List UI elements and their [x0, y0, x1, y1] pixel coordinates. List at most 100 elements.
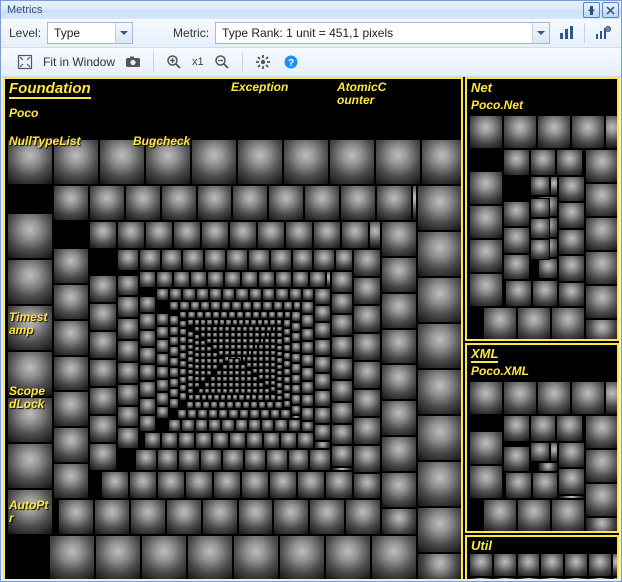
- treemap-cell[interactable]: [157, 449, 179, 471]
- treemap-cell[interactable]: [585, 183, 617, 217]
- treemap-cell[interactable]: [291, 363, 301, 373]
- treemap-viewport[interactable]: FoundationExceptionAtomicCounterPocoNull…: [3, 77, 619, 579]
- treemap-cell[interactable]: [212, 432, 229, 449]
- treemap-cell[interactable]: [7, 443, 53, 489]
- treemap-cell[interactable]: [194, 382, 200, 388]
- treemap-cell[interactable]: [210, 301, 220, 311]
- treemap-cell[interactable]: [204, 382, 210, 388]
- treemap-cell[interactable]: [309, 271, 326, 288]
- treemap-cell[interactable]: [233, 535, 279, 579]
- treemap-cell[interactable]: [240, 382, 246, 388]
- treemap-cell[interactable]: [210, 382, 216, 388]
- treemap-cell[interactable]: [261, 419, 274, 432]
- treemap-cell[interactable]: [191, 139, 237, 185]
- treemap-cell[interactable]: [585, 517, 617, 531]
- treemap-cell[interactable]: [228, 370, 234, 376]
- treemap-cell[interactable]: [285, 221, 313, 249]
- treemap-cell[interactable]: [503, 254, 530, 281]
- treemap-cell[interactable]: [202, 499, 238, 535]
- treemap-cell[interactable]: [117, 340, 139, 362]
- treemap-cell[interactable]: [291, 374, 301, 384]
- treemap-cell[interactable]: [309, 499, 345, 535]
- bar-chart-icon[interactable]: [556, 23, 576, 43]
- treemap-cell[interactable]: [234, 401, 242, 409]
- treemap-cell[interactable]: [196, 311, 204, 319]
- treemap-cell[interactable]: [469, 205, 503, 239]
- treemap-cell[interactable]: [493, 577, 517, 579]
- treemap-cell[interactable]: [226, 394, 232, 400]
- treemap-cell[interactable]: [242, 401, 250, 409]
- treemap-cell[interactable]: [169, 346, 179, 356]
- fit-window-icon[interactable]: [15, 52, 35, 72]
- treemap-cell[interactable]: [101, 471, 129, 499]
- treemap-cell[interactable]: [262, 301, 272, 311]
- treemap-cell[interactable]: [135, 449, 157, 471]
- treemap-cell[interactable]: [173, 221, 201, 249]
- treemap-cell[interactable]: [503, 381, 537, 415]
- treemap-cell[interactable]: [279, 535, 325, 579]
- treemap-cell[interactable]: [293, 301, 301, 311]
- treemap-cell[interactable]: [353, 417, 381, 445]
- treemap-cell[interactable]: [291, 415, 301, 419]
- treemap-cell[interactable]: [588, 577, 612, 579]
- treemap-cell[interactable]: [483, 307, 517, 339]
- treemap-cell[interactable]: [353, 473, 381, 499]
- treemap-cell[interactable]: [353, 333, 381, 361]
- treemap-cell[interactable]: [283, 301, 293, 311]
- treemap-cell[interactable]: [169, 315, 179, 325]
- treemap-cell[interactable]: [228, 358, 234, 364]
- treemap-cell[interactable]: [58, 499, 94, 535]
- treemap-cell[interactable]: [585, 149, 617, 183]
- treemap-cell[interactable]: [179, 328, 187, 336]
- treemap-cell[interactable]: [273, 301, 283, 311]
- treemap-cell[interactable]: [53, 248, 89, 284]
- treemap-cell[interactable]: [208, 409, 218, 419]
- treemap-cell[interactable]: [179, 352, 187, 360]
- treemap-cell[interactable]: [314, 305, 331, 322]
- treemap-cell[interactable]: [314, 390, 331, 407]
- treemap-cell[interactable]: [161, 432, 178, 449]
- treemap-cell[interactable]: [222, 449, 244, 471]
- treemap-cell[interactable]: [156, 406, 169, 419]
- treemap-cell[interactable]: [224, 271, 241, 288]
- treemap-cell[interactable]: [292, 271, 309, 288]
- region-foundation[interactable]: FoundationExceptionAtomicCounterPocoNull…: [3, 77, 463, 579]
- treemap-cell[interactable]: [558, 176, 585, 203]
- treemap-cell[interactable]: [276, 395, 282, 400]
- treemap-cell[interactable]: [517, 553, 541, 577]
- treemap-cell[interactable]: [283, 376, 291, 384]
- treemap-cell[interactable]: [240, 364, 246, 370]
- treemap-cell[interactable]: [353, 305, 381, 333]
- treemap-cell[interactable]: [89, 443, 117, 471]
- treemap-cell[interactable]: [220, 311, 228, 319]
- treemap-cell[interactable]: [262, 288, 275, 301]
- treemap-cell[interactable]: [301, 421, 314, 433]
- treemap-cell[interactable]: [200, 449, 222, 471]
- treemap-cell[interactable]: [301, 367, 314, 380]
- treemap-cell[interactable]: [139, 249, 161, 271]
- treemap-cell[interactable]: [540, 553, 564, 577]
- zoom-out-icon[interactable]: [212, 52, 232, 72]
- treemap-cell[interactable]: [417, 185, 461, 231]
- treemap-cell[interactable]: [250, 401, 258, 409]
- treemap-cell[interactable]: [201, 394, 207, 400]
- treemap-cell[interactable]: [213, 394, 219, 400]
- treemap-cell[interactable]: [341, 221, 369, 249]
- treemap-cell[interactable]: [417, 323, 461, 369]
- treemap-cell[interactable]: [605, 115, 617, 149]
- treemap-cell[interactable]: [538, 462, 559, 472]
- treemap-cell[interactable]: [381, 472, 417, 508]
- treemap-cell[interactable]: [417, 369, 461, 415]
- treemap-cell[interactable]: [207, 394, 213, 400]
- treemap-cell[interactable]: [213, 471, 241, 499]
- treemap-cell[interactable]: [53, 185, 89, 221]
- treemap-cell[interactable]: [325, 471, 353, 499]
- treemap-cell[interactable]: [240, 370, 246, 376]
- treemap-cell[interactable]: [200, 301, 210, 311]
- treemap-cell[interactable]: [222, 382, 228, 388]
- treemap-cell[interactable]: [270, 394, 276, 400]
- treemap-cell[interactable]: [331, 424, 353, 446]
- treemap-cell[interactable]: [208, 419, 221, 432]
- treemap-cell[interactable]: [258, 382, 264, 388]
- treemap-cell[interactable]: [234, 370, 240, 376]
